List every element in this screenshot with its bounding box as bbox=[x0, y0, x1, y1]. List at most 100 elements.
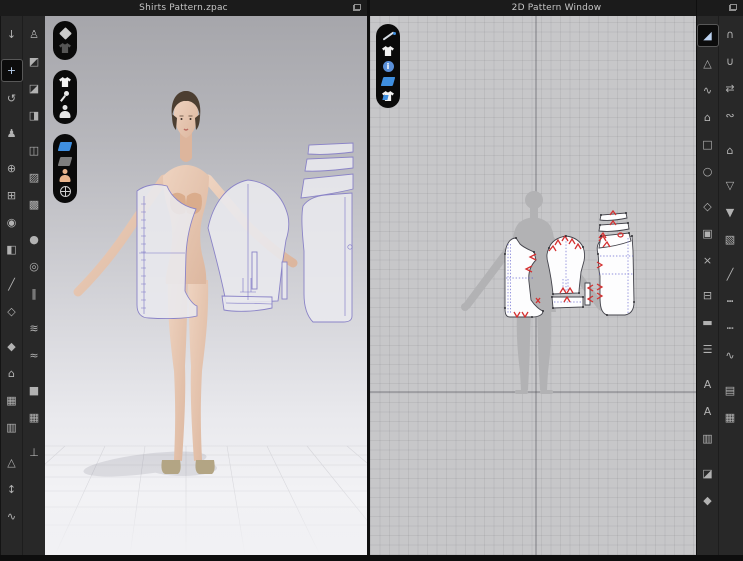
pose-avatar-icon[interactable]: ♙ bbox=[24, 24, 44, 45]
3d-show-pill bbox=[53, 70, 77, 124]
arrange-point-icon[interactable]: ◩ bbox=[24, 51, 44, 72]
solidify-freeze-icon[interactable]: ■ bbox=[24, 380, 44, 401]
window-divider[interactable] bbox=[367, 0, 370, 561]
select-lasso-icon[interactable]: ↺ bbox=[2, 88, 22, 109]
grasp-tool-icon[interactable]: ◆ bbox=[2, 336, 22, 357]
fabric-front-icon[interactable] bbox=[56, 139, 74, 153]
seam-allowance-icon[interactable]: ⊟ bbox=[698, 285, 718, 306]
tack-dart-icon[interactable]: ◇ bbox=[2, 301, 22, 322]
right-window-titlebar: 2D Pattern Window bbox=[370, 0, 743, 16]
buttonhole-icon[interactable]: ◎ bbox=[24, 256, 44, 277]
grading-table-icon[interactable]: ▦ bbox=[720, 407, 740, 428]
shirring-line-icon[interactable]: ∿ bbox=[720, 345, 740, 366]
seam-dash-icon[interactable]: ┅ bbox=[720, 291, 740, 312]
textured-garment-icon[interactable]: ▩ bbox=[24, 194, 44, 215]
pin-garment-icon[interactable]: ▼ bbox=[720, 202, 740, 223]
grading-icon[interactable]: ▤ bbox=[720, 380, 740, 401]
mesh-garment-icon[interactable]: ▨ bbox=[24, 167, 44, 188]
show-garment-icon[interactable] bbox=[56, 26, 74, 40]
pants-arrange-icon[interactable]: ▥ bbox=[2, 417, 22, 438]
avatar-connector-icon[interactable]: ⊥ bbox=[24, 442, 44, 463]
attach-to-avatar-icon[interactable]: ◫ bbox=[24, 140, 44, 161]
polygon-pattern-icon[interactable]: ⌂ bbox=[698, 107, 718, 128]
shirring-icon[interactable]: ≈ bbox=[24, 345, 44, 366]
edit-sewing-icon[interactable]: ∾ bbox=[720, 105, 740, 126]
fold-arrangement-icon[interactable]: ◧ bbox=[2, 239, 22, 260]
pattern-placket1-3d[interactable] bbox=[251, 251, 258, 290]
fuse-iron-icon[interactable]: ⌂ bbox=[720, 140, 740, 161]
pattern-annotation-icon[interactable]: A bbox=[698, 374, 718, 395]
show-avatar-icon[interactable] bbox=[56, 105, 74, 119]
pin-tool-icon[interactable]: ⊕ bbox=[2, 158, 22, 179]
fabric-tool-icon[interactable]: ◪ bbox=[698, 463, 718, 484]
pattern-text-icon[interactable]: A bbox=[698, 401, 718, 422]
pin-box-icon[interactable]: ⊞ bbox=[2, 185, 22, 206]
select-move-icon[interactable]: + bbox=[0, 59, 23, 82]
curve-measure-icon[interactable]: ∿ bbox=[2, 506, 22, 527]
stitch-slash-icon[interactable]: ╱ bbox=[720, 264, 740, 285]
elastic-icon[interactable]: ┉ bbox=[720, 318, 740, 339]
solidify-box-icon[interactable]: ▦ bbox=[24, 407, 44, 428]
transform-pattern-icon[interactable]: ◢ bbox=[696, 24, 719, 47]
toolbar-divider bbox=[696, 0, 697, 561]
dart-icon[interactable]: ◇ bbox=[698, 196, 718, 217]
edit-curvature-icon[interactable]: ∿ bbox=[698, 80, 718, 101]
left-3d-toolbar: ↓ + ↺ ♟ ⊕ ⊞ ◉ ◧ ╱ ◇ ◆ ⌂ ▦ ▥ △ ↕ ∿ ♙ ◩ ◪ ◨ ◫ ▨ ▩ ● ◎ ‖ ≋ ≈ ■ ▦ ⊥ bbox=[0, 16, 46, 555]
button-icon[interactable]: ● bbox=[24, 229, 44, 250]
rectangle-pattern-icon[interactable]: □ bbox=[698, 134, 718, 155]
sewing-needle-icon[interactable]: ╱ bbox=[2, 274, 22, 295]
pattern-back-3d[interactable] bbox=[301, 192, 353, 323]
arrange-board-icon[interactable]: ◨ bbox=[24, 105, 44, 126]
zipper-icon[interactable]: ‖ bbox=[24, 283, 44, 304]
fabric-view-icon[interactable] bbox=[379, 74, 397, 88]
float-window-icon[interactable] bbox=[353, 4, 361, 11]
pattern-placket2-3d[interactable] bbox=[281, 261, 288, 300]
float-window-icon[interactable] bbox=[729, 4, 737, 11]
right-toolbar-column1: ◢ △ ∿ ⌂ □ ○ ◇ ▣ × ⊟ ▬ ☰ A A ▥ ◪ ◆ bbox=[696, 16, 719, 555]
avatar-right-sandal bbox=[195, 460, 215, 474]
show-pattern-shirt-icon[interactable] bbox=[379, 44, 397, 58]
measure-avatar-icon[interactable]: ↕ bbox=[2, 479, 22, 500]
3d-viewport[interactable] bbox=[45, 16, 367, 555]
2d-viewport[interactable] bbox=[370, 16, 696, 555]
show-skin-icon[interactable] bbox=[56, 169, 74, 183]
pattern-collar-band-2d[interactable] bbox=[598, 222, 630, 232]
edit-pattern-icon[interactable]: △ bbox=[698, 53, 718, 74]
pleat-icon[interactable]: ▥ bbox=[698, 428, 718, 449]
show-shirt-icon[interactable] bbox=[56, 75, 74, 89]
circle-pattern-icon[interactable]: ○ bbox=[698, 161, 718, 182]
flatten-garment-icon[interactable]: △ bbox=[2, 452, 22, 473]
show-pins-icon[interactable] bbox=[56, 90, 74, 104]
shirt-pair-icon[interactable]: ▦ bbox=[2, 390, 22, 411]
pattern-placket-2d[interactable] bbox=[584, 282, 591, 306]
left-window-title: Shirts Pattern.zpac bbox=[139, 3, 228, 13]
trace-pattern-icon[interactable]: ▣ bbox=[698, 223, 718, 244]
attach-pins-icon[interactable]: ◉ bbox=[2, 212, 22, 233]
move-avatar-icon[interactable]: ♟ bbox=[2, 123, 22, 144]
segment-sewing-icon[interactable]: ∩ bbox=[720, 24, 740, 45]
2d-tools-pill bbox=[376, 24, 400, 108]
fabric-back-icon[interactable] bbox=[56, 154, 74, 168]
show-world-icon[interactable] bbox=[56, 184, 74, 198]
free-sewing-icon[interactable]: ∪ bbox=[720, 51, 740, 72]
texture-shirt-icon[interactable] bbox=[379, 89, 397, 103]
pattern-collar-band-3d[interactable] bbox=[304, 156, 354, 172]
topstitch-icon[interactable]: ≋ bbox=[24, 318, 44, 339]
fold-garment-icon[interactable]: ▽ bbox=[720, 175, 740, 196]
edit-line-icon[interactable] bbox=[379, 29, 397, 43]
cut-sew-icon[interactable]: × bbox=[698, 250, 718, 271]
pattern-sleeve-3d[interactable] bbox=[207, 179, 290, 304]
internal-line-icon[interactable]: ▬ bbox=[698, 312, 718, 333]
left-window-titlebar: Shirts Pattern.zpac bbox=[0, 0, 367, 16]
arrangement-cap-icon[interactable]: ⌂ bbox=[2, 363, 22, 384]
texture-garment-icon[interactable]: ▧ bbox=[720, 229, 740, 250]
mn-sewing-icon[interactable]: ⇄ bbox=[720, 78, 740, 99]
pattern-collar-2d[interactable] bbox=[599, 212, 628, 221]
simulate-icon[interactable]: ↓ bbox=[2, 24, 22, 45]
arrange-curve-icon[interactable]: ◪ bbox=[24, 78, 44, 99]
pattern-info-icon[interactable] bbox=[379, 59, 397, 73]
show-pattern-icon[interactable] bbox=[56, 41, 74, 55]
baseline-icon[interactable]: ☰ bbox=[698, 339, 718, 360]
pin-tack-icon[interactable]: ◆ bbox=[698, 490, 718, 511]
pattern-collar-3d[interactable] bbox=[307, 142, 354, 155]
